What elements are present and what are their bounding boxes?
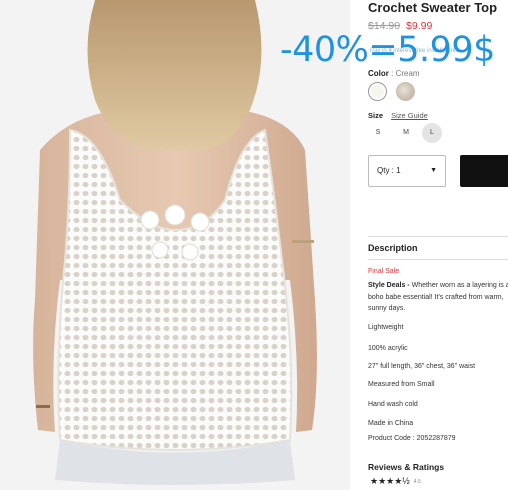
product-photo[interactable] bbox=[0, 0, 350, 490]
size-option-l[interactable]: L bbox=[422, 123, 442, 143]
final-sale-note: Final Sale bbox=[368, 268, 400, 275]
detail-line: Measured from Small bbox=[368, 381, 435, 388]
size-label-row: Size Size Guide bbox=[368, 111, 428, 120]
color-label: Color bbox=[368, 69, 389, 78]
color-selected-value: : Cream bbox=[391, 69, 420, 78]
add-to-bag-button[interactable] bbox=[460, 155, 508, 187]
detail-line: Lightweight bbox=[368, 324, 404, 331]
quantity-select[interactable]: Qty : 1 ▼ bbox=[368, 155, 446, 187]
divider bbox=[368, 236, 508, 237]
model-back-image bbox=[0, 0, 350, 490]
chevron-down-icon: ▼ bbox=[430, 167, 437, 174]
detail-line: Made in China bbox=[368, 420, 414, 427]
star-rating: ★★★★½ 4.5 bbox=[370, 476, 421, 487]
quantity-value: Qty : 1 bbox=[377, 166, 401, 175]
size-option-s[interactable]: S bbox=[368, 123, 388, 143]
size-label: Size bbox=[368, 111, 384, 120]
size-option-m[interactable]: M bbox=[396, 123, 416, 143]
discount-overlay-text: -40%=5.99$ bbox=[280, 30, 495, 70]
description-heading[interactable]: Description bbox=[368, 243, 418, 253]
rating-score: 4.5 bbox=[413, 478, 421, 485]
color-swatch-cream[interactable] bbox=[368, 82, 387, 101]
reviews-heading[interactable]: Reviews & Ratings bbox=[368, 462, 444, 472]
star-icons: ★★★★½ bbox=[370, 476, 410, 486]
product-title: Crochet Sweater Top bbox=[368, 0, 498, 15]
product-code: Product Code : 2052287879 bbox=[368, 435, 456, 442]
detail-line: 27" full length, 36" chest, 36" waist bbox=[368, 363, 476, 370]
product-info-panel: Crochet Sweater Top $14.90 $9.99 Pay in … bbox=[368, 0, 508, 490]
color-swatch-taupe[interactable] bbox=[396, 82, 415, 101]
divider bbox=[368, 259, 508, 260]
detail-line: 100% acrylic bbox=[368, 345, 408, 352]
color-label-row: Color : Cream bbox=[368, 69, 420, 78]
size-guide-link[interactable]: Size Guide bbox=[391, 111, 428, 120]
detail-line: Hand wash cold bbox=[368, 401, 418, 408]
style-deals-text: Style Deals - Whether worn as a layering… bbox=[368, 280, 508, 315]
style-deals-label: Style Deals - bbox=[368, 282, 410, 289]
